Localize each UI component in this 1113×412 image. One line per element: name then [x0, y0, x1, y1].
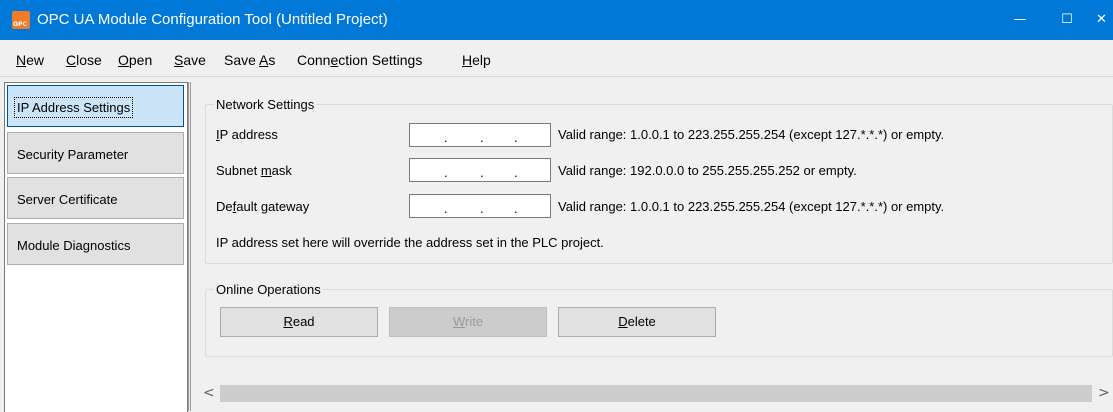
menu-connection-settings[interactable]: Connection Settings — [297, 52, 422, 68]
ip-override-note: IP address set here will override the ad… — [216, 235, 604, 250]
horizontal-scrollbar[interactable]: < > — [195, 382, 1113, 406]
main-content: Network Settings IP address ... Valid ra… — [195, 82, 1113, 411]
menu-close[interactable]: Close — [66, 52, 102, 68]
app-icon: OPC — [12, 11, 30, 29]
online-operations-group: Online Operations Read Write Delete — [205, 282, 1113, 357]
ip-address-hint: Valid range: 1.0.0.1 to 223.255.255.254 … — [558, 127, 945, 142]
app-icon-text: OPC — [13, 21, 27, 28]
scroll-right-arrow-icon[interactable]: > — [1098, 385, 1110, 401]
read-button[interactable]: Read — [220, 307, 378, 337]
menu-open[interactable]: Open — [118, 52, 152, 68]
sidebar-item-module-diagnostics[interactable]: Module Diagnostics — [7, 223, 184, 265]
close-window-button[interactable]: ✕ — [1090, 0, 1113, 40]
subnet-mask-input[interactable]: ... — [409, 158, 551, 182]
menu-bar: New Close Open Save Save As Connection S… — [0, 40, 1113, 77]
sidebar-item-server-certificate[interactable]: Server Certificate — [7, 177, 184, 219]
menu-help[interactable]: Help — [462, 52, 491, 68]
default-gateway-label: Default gateway — [216, 199, 310, 214]
network-settings-title: Network Settings — [214, 97, 317, 112]
splitter[interactable] — [188, 82, 191, 411]
maximize-button[interactable]: ☐ — [1044, 0, 1090, 40]
sidebar-item-security-parameter[interactable]: Security Parameter — [7, 132, 184, 174]
delete-button[interactable]: Delete — [558, 307, 716, 337]
title-bar: OPC OPC UA Module Configuration Tool (Un… — [0, 0, 1113, 40]
ip-address-label: IP address — [216, 127, 278, 142]
default-gateway-hint: Valid range: 1.0.0.1 to 223.255.255.254 … — [558, 199, 945, 214]
ip-address-input[interactable]: ... — [409, 123, 551, 147]
scroll-left-arrow-icon[interactable]: < — [203, 385, 215, 401]
write-button[interactable]: Write — [389, 307, 547, 337]
network-settings-group: Network Settings IP address ... Valid ra… — [205, 97, 1113, 264]
menu-new[interactable]: New — [16, 52, 44, 68]
minimize-button[interactable]: — — [997, 0, 1043, 40]
sidebar-item-ip-address-settings[interactable]: IP Address Settings — [7, 85, 184, 127]
subnet-mask-hint: Valid range: 192.0.0.0 to 255.255.255.25… — [558, 163, 857, 178]
scroll-thumb[interactable] — [220, 385, 1092, 402]
default-gateway-input[interactable]: ... — [409, 194, 551, 218]
online-operations-title: Online Operations — [214, 282, 323, 297]
menu-save-as[interactable]: Save As — [224, 52, 275, 68]
window-title: OPC UA Module Configuration Tool (Untitl… — [37, 11, 388, 28]
menu-save[interactable]: Save — [174, 52, 206, 68]
sidebar: IP Address Settings Security Parameter S… — [4, 82, 188, 412]
subnet-mask-label: Subnet mask — [216, 163, 292, 178]
